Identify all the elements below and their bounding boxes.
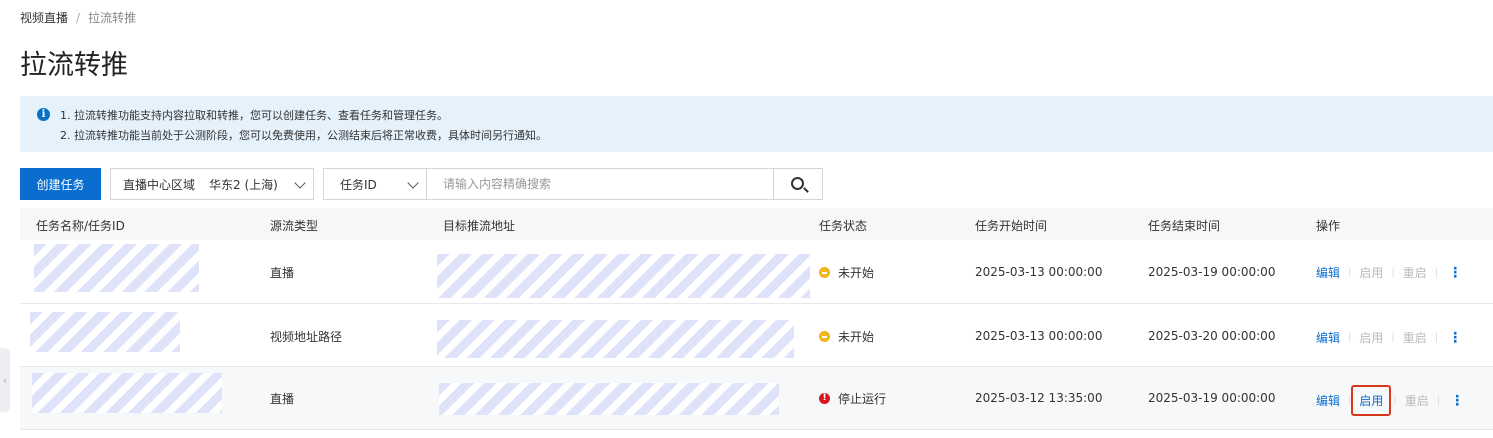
restart-link[interactable]: 重启 <box>1403 264 1427 281</box>
enable-link[interactable]: 启用 <box>1359 329 1383 346</box>
status-text: 未开始 <box>838 266 875 280</box>
col-header-target-url: 目标推流地址 <box>443 219 516 233</box>
region-select[interactable]: 直播中心区域 华东2 (上海) <box>110 168 314 200</box>
enable-link[interactable]: 启用 <box>1359 264 1383 281</box>
chevron-down-icon <box>294 177 306 189</box>
redacted-task-name <box>32 373 222 413</box>
pending-icon <box>819 331 830 342</box>
end-time: 2025-03-19 00:00:00 <box>1148 265 1276 279</box>
region-select-value: 华东2 (上海) <box>209 177 278 192</box>
redacted-target-url <box>439 383 779 415</box>
search-input[interactable] <box>426 168 774 200</box>
start-time: 2025-03-12 13:35:00 <box>975 391 1103 405</box>
edit-link[interactable]: 编辑 <box>1316 392 1340 409</box>
search-field-select[interactable]: 任务ID <box>323 168 426 200</box>
status-text: 停止运行 <box>838 392 887 406</box>
more-vertical-icon[interactable]: ⋮ <box>1450 394 1464 408</box>
source-type: 视频地址路径 <box>270 330 343 344</box>
start-time: 2025-03-13 00:00:00 <box>975 265 1103 279</box>
collapse-side-tab[interactable]: ‹ <box>0 348 10 412</box>
redacted-target-url <box>437 254 810 298</box>
enable-link[interactable]: 启用 <box>1351 385 1392 416</box>
end-time: 2025-03-20 00:00:00 <box>1148 329 1276 343</box>
task-table: 任务名称/任务ID 源流类型 目标推流地址 任务状态 任务开始时间 任务结束时间… <box>20 208 1493 430</box>
col-header-start-time: 任务开始时间 <box>975 219 1048 233</box>
chevron-down-icon <box>407 177 419 189</box>
col-header-task-name: 任务名称/任务ID <box>36 219 125 233</box>
source-type: 直播 <box>270 392 295 406</box>
notice-line-2: 2. 拉流转推功能当前处于公测阶段，您可以免费使用，公测结束后将正常收费，具体时… <box>60 129 547 142</box>
redacted-target-url <box>437 320 794 358</box>
chevron-left-icon: ‹ <box>2 373 8 387</box>
more-vertical-icon[interactable]: ⋮ <box>1448 331 1462 345</box>
col-header-source-type: 源流类型 <box>270 219 319 233</box>
search-field-value: 任务ID <box>340 177 377 192</box>
redacted-task-name <box>30 312 180 352</box>
breadcrumb-current: 拉流转推 <box>88 11 137 25</box>
notice-banner: i 1. 拉流转推功能支持内容拉取和转推，您可以创建任务、查看任务和管理任务。 … <box>20 96 1493 152</box>
col-header-status: 任务状态 <box>819 219 868 233</box>
edit-link[interactable]: 编辑 <box>1316 264 1340 281</box>
row-actions: 编辑 | 启用 | 重启 | ⋮ <box>1316 329 1463 346</box>
breadcrumb: 视频直播 / 拉流转推 <box>20 9 136 26</box>
table-row: 视频地址路径 未开始 2025-03-13 00:00:00 2025-03-2… <box>20 304 1493 367</box>
table-row: 直播 ! 停止运行 2025-03-12 13:35:00 2025-03-19… <box>20 367 1493 430</box>
status-badge: ! 停止运行 <box>819 390 886 407</box>
status-badge: 未开始 <box>819 264 874 281</box>
more-vertical-icon[interactable]: ⋮ <box>1448 266 1462 280</box>
start-time: 2025-03-13 00:00:00 <box>975 329 1103 343</box>
col-header-actions: 操作 <box>1316 219 1341 233</box>
row-actions: 编辑 | 启用 | 重启 | ⋮ <box>1316 385 1464 416</box>
search-button[interactable] <box>774 168 823 200</box>
table-header: 任务名称/任务ID 源流类型 目标推流地址 任务状态 任务开始时间 任务结束时间… <box>20 208 1493 240</box>
error-icon: ! <box>819 393 830 404</box>
pending-icon <box>819 267 830 278</box>
row-actions: 编辑 | 启用 | 重启 | ⋮ <box>1316 264 1463 281</box>
breadcrumb-separator: / <box>76 10 81 25</box>
info-icon: i <box>37 108 50 121</box>
source-type: 直播 <box>270 266 295 280</box>
breadcrumb-parent[interactable]: 视频直播 <box>20 9 68 26</box>
restart-link[interactable]: 重启 <box>1403 329 1427 346</box>
notice-line-1: 1. 拉流转推功能支持内容拉取和转推，您可以创建任务、查看任务和管理任务。 <box>60 109 448 122</box>
region-select-label: 直播中心区域 <box>123 177 196 192</box>
status-badge: 未开始 <box>819 328 874 345</box>
create-task-button[interactable]: 创建任务 <box>20 168 101 200</box>
page-title: 拉流转推 <box>20 50 128 81</box>
status-text: 未开始 <box>838 330 875 344</box>
col-header-end-time: 任务结束时间 <box>1148 219 1221 233</box>
end-time: 2025-03-19 00:00:00 <box>1148 391 1276 405</box>
redacted-task-name <box>34 244 199 292</box>
toolbar: 创建任务 直播中心区域 华东2 (上海) 任务ID <box>20 168 823 200</box>
restart-link[interactable]: 重启 <box>1405 392 1429 409</box>
edit-link[interactable]: 编辑 <box>1316 329 1340 346</box>
table-row: 直播 未开始 2025-03-13 00:00:00 2025-03-19 00… <box>20 240 1493 304</box>
